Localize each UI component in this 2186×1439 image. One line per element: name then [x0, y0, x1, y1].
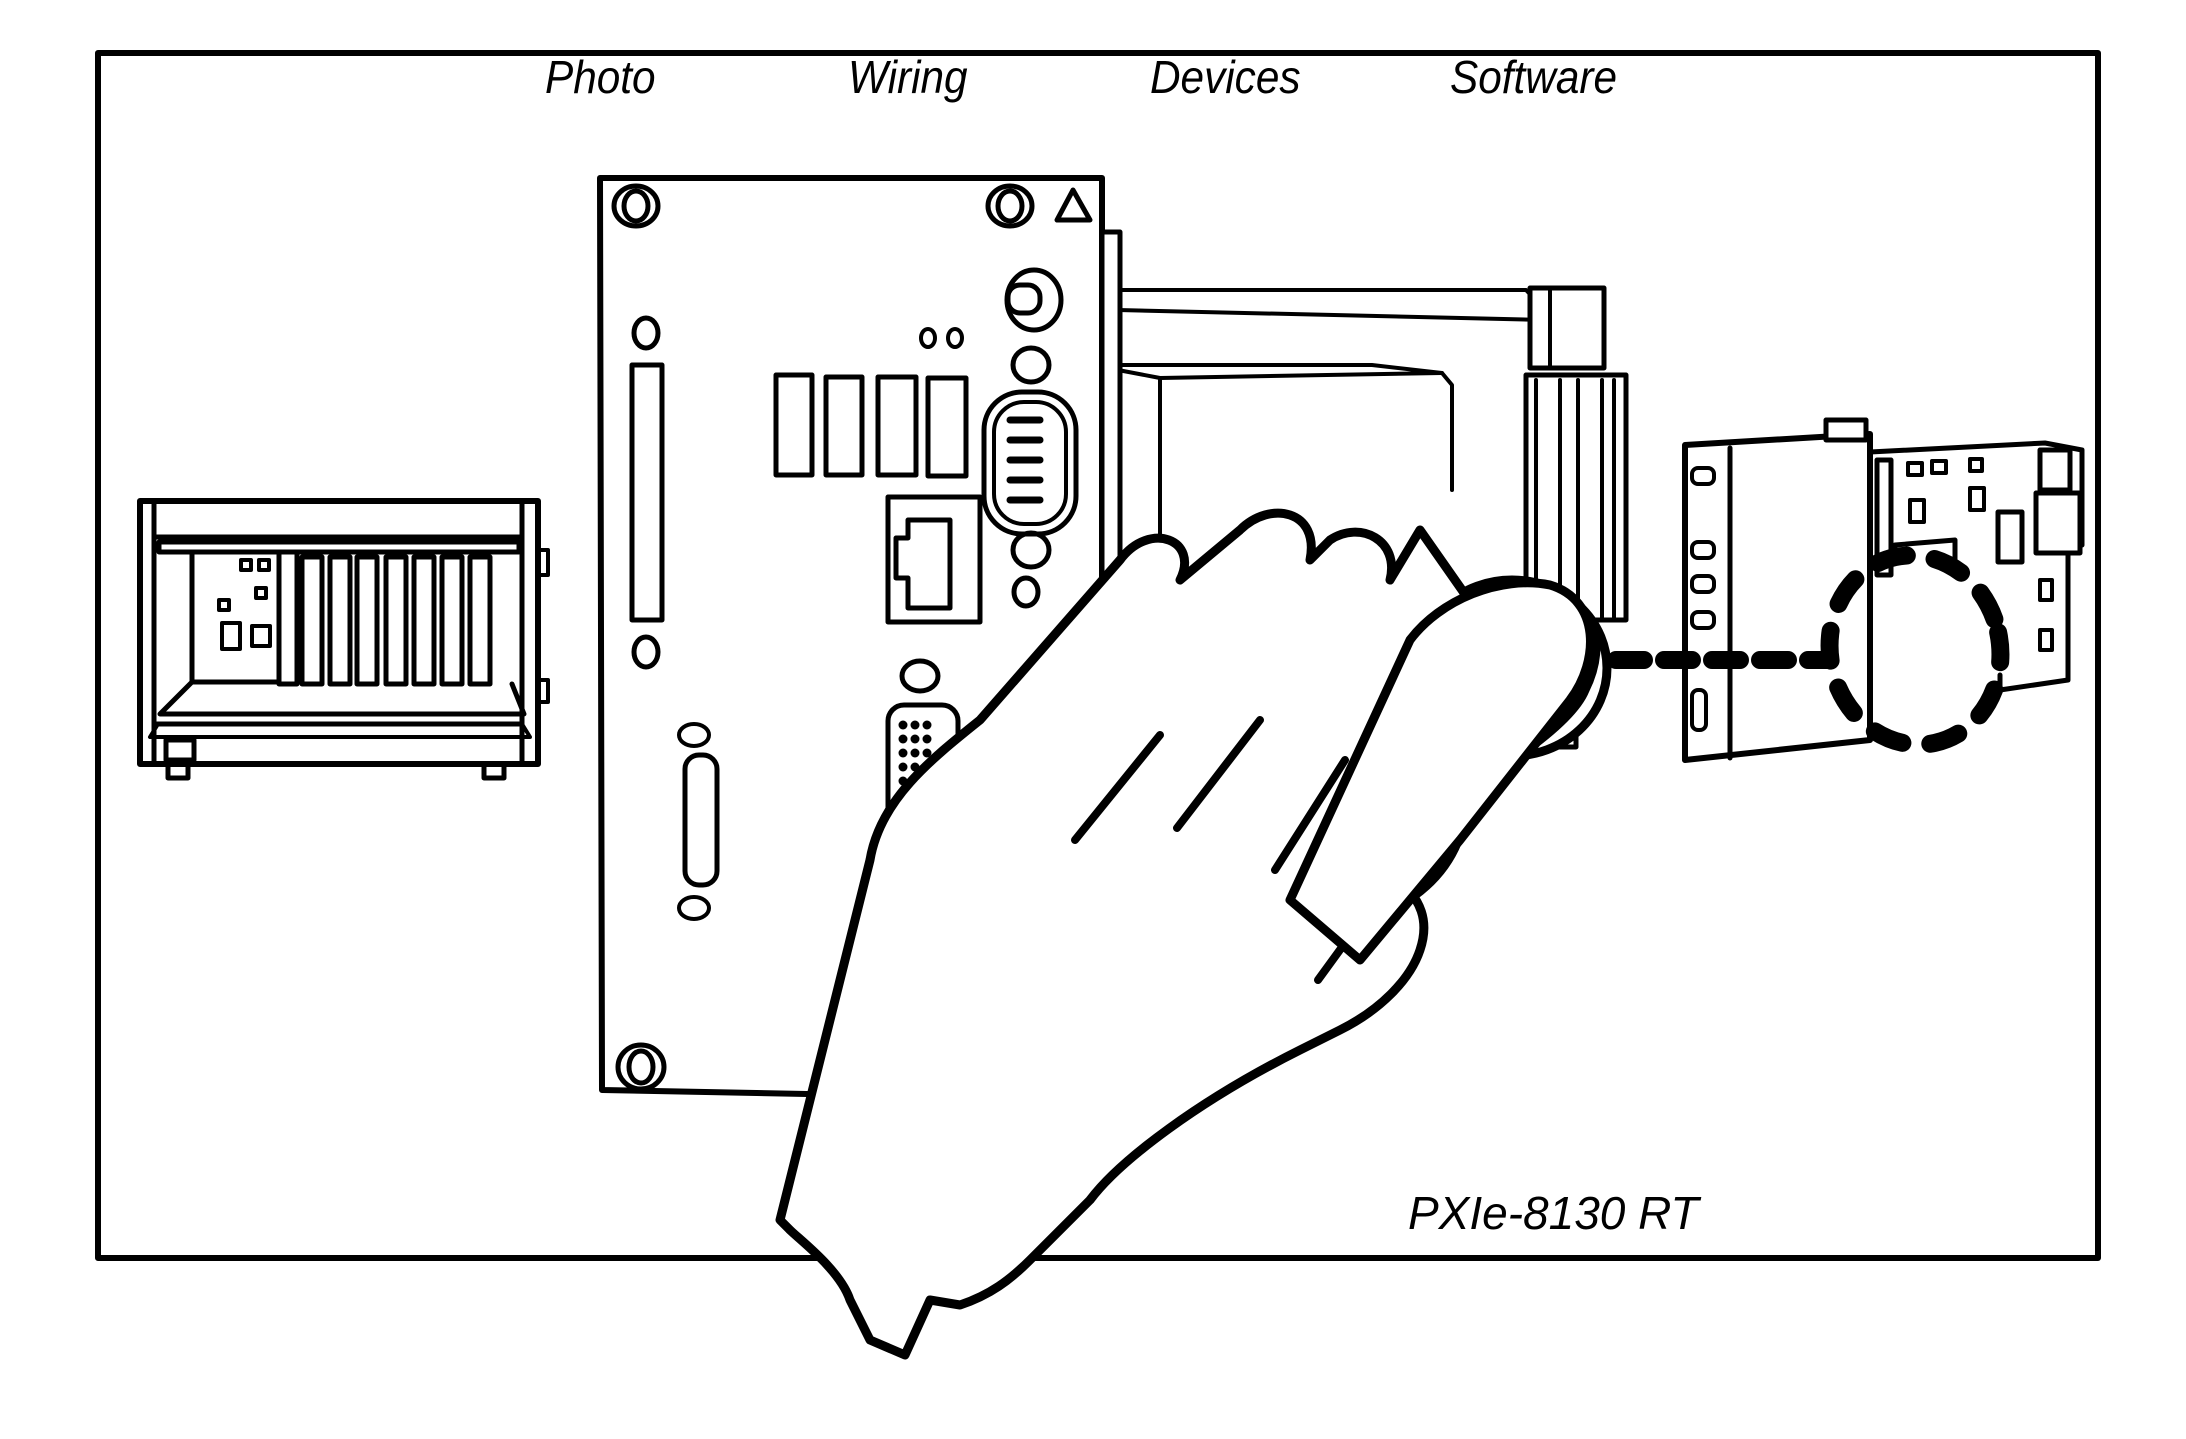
- connector-pin: [898, 748, 908, 758]
- connector-pin: [898, 762, 908, 772]
- tab-photo[interactable]: Photo: [545, 54, 656, 100]
- pxi-chassis-icon[interactable]: [137, 498, 550, 781]
- diagram-stage: Photo Wiring Devices Software PXIe-8130 …: [0, 0, 2186, 1439]
- expansion-card[interactable]: [1682, 417, 2085, 763]
- connector-pin: [922, 720, 932, 730]
- connector-pin: [898, 734, 908, 744]
- connector-pin: [898, 720, 908, 730]
- tab-wiring[interactable]: Wiring: [848, 54, 968, 100]
- connector-pin: [910, 734, 920, 744]
- tab-devices[interactable]: Devices: [1150, 54, 1301, 100]
- connector-pin: [922, 734, 932, 744]
- model-label: PXIe-8130 RT: [1408, 1187, 1699, 1239]
- connector-pin: [910, 748, 920, 758]
- diagram-canvas: [95, 50, 2101, 1360]
- tab-software[interactable]: Software: [1450, 54, 1617, 100]
- connector-pin: [910, 720, 920, 730]
